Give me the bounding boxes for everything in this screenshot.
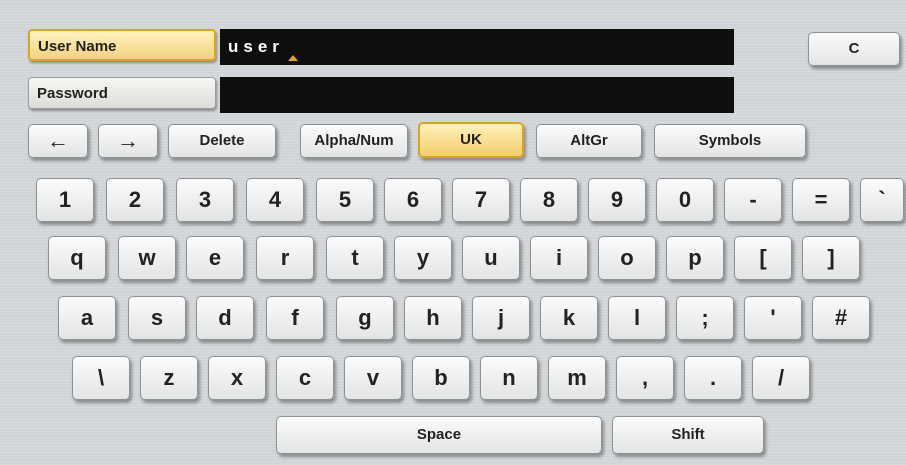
key-right-bracket[interactable]: ] (802, 236, 860, 280)
key-backtick[interactable]: ` (860, 178, 904, 222)
key-hash[interactable]: # (812, 296, 870, 340)
symbols-button[interactable]: Symbols (654, 124, 806, 158)
key-m[interactable]: m (548, 356, 606, 400)
cursor-left-button[interactable]: ← (28, 124, 88, 158)
delete-button[interactable]: Delete (168, 124, 276, 158)
key-e[interactable]: e (186, 236, 244, 280)
key-0[interactable]: 0 (656, 178, 714, 222)
altgr-button[interactable]: AltGr (536, 124, 642, 158)
key-h[interactable]: h (404, 296, 462, 340)
login-keyboard-screen: User Name u ser Password C ← → Delete Alp… (0, 0, 906, 465)
key-o[interactable]: o (598, 236, 656, 280)
key-n[interactable]: n (480, 356, 538, 400)
password-label-button[interactable]: Password (28, 77, 216, 109)
key-g[interactable]: g (336, 296, 394, 340)
key-9[interactable]: 9 (588, 178, 646, 222)
key-k[interactable]: k (540, 296, 598, 340)
key-2[interactable]: 2 (106, 178, 164, 222)
left-arrow-icon: ← (47, 128, 69, 153)
key-equals[interactable]: = (792, 178, 850, 222)
key-f[interactable]: f (266, 296, 324, 340)
key-5[interactable]: 5 (316, 178, 374, 222)
space-key[interactable]: Space (276, 416, 602, 454)
key-l[interactable]: l (608, 296, 666, 340)
key-b[interactable]: b (412, 356, 470, 400)
key-8[interactable]: 8 (520, 178, 578, 222)
clear-button[interactable]: C (808, 32, 900, 66)
key-d[interactable]: d (196, 296, 254, 340)
right-arrow-icon: → (117, 128, 139, 153)
key-i[interactable]: i (530, 236, 588, 280)
key-a[interactable]: a (58, 296, 116, 340)
key-comma[interactable]: , (616, 356, 674, 400)
key-t[interactable]: t (326, 236, 384, 280)
key-period[interactable]: . (684, 356, 742, 400)
key-p[interactable]: p (666, 236, 724, 280)
key-r[interactable]: r (256, 236, 314, 280)
cursor-right-button[interactable]: → (98, 124, 158, 158)
key-c[interactable]: c (276, 356, 334, 400)
key-semicolon[interactable]: ; (676, 296, 734, 340)
key-7[interactable]: 7 (452, 178, 510, 222)
key-slash[interactable]: / (752, 356, 810, 400)
password-input[interactable] (220, 77, 734, 113)
key-u[interactable]: u (462, 236, 520, 280)
username-label-button[interactable]: User Name (28, 29, 216, 61)
key-6[interactable]: 6 (384, 178, 442, 222)
key-4[interactable]: 4 (246, 178, 304, 222)
key-apostrophe[interactable]: ' (744, 296, 802, 340)
uk-layout-button[interactable]: UK (418, 122, 524, 158)
key-left-bracket[interactable]: [ (734, 236, 792, 280)
key-y[interactable]: y (394, 236, 452, 280)
key-j[interactable]: j (472, 296, 530, 340)
text-caret (288, 55, 298, 61)
key-s[interactable]: s (128, 296, 186, 340)
key-backslash[interactable]: \ (72, 356, 130, 400)
key-q[interactable]: q (48, 236, 106, 280)
key-v[interactable]: v (344, 356, 402, 400)
alpha-num-button[interactable]: Alpha/Num (300, 124, 408, 158)
key-1[interactable]: 1 (36, 178, 94, 222)
key-3[interactable]: 3 (176, 178, 234, 222)
key-minus[interactable]: - (724, 178, 782, 222)
key-x[interactable]: x (208, 356, 266, 400)
key-z[interactable]: z (140, 356, 198, 400)
shift-key[interactable]: Shift (612, 416, 764, 454)
key-w[interactable]: w (118, 236, 176, 280)
